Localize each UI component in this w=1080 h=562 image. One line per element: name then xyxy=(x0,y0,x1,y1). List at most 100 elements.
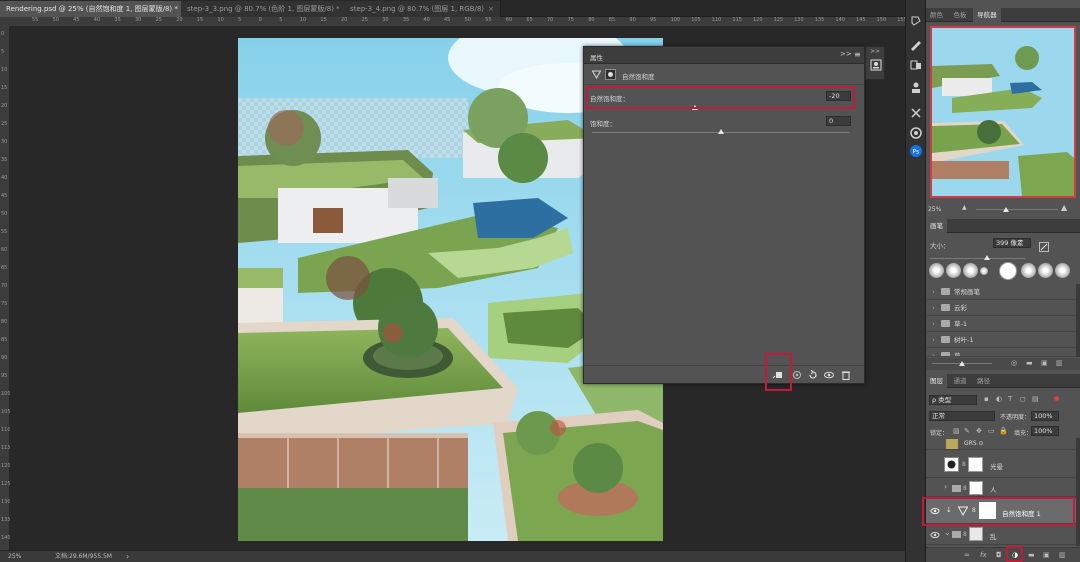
adobe-stock-icon[interactable]: Ps xyxy=(908,143,924,159)
brush-tip-preset[interactable] xyxy=(1038,263,1053,278)
brush-folder-row[interactable]: › 草-1 xyxy=(926,316,1076,332)
tool-presets-icon[interactable] xyxy=(908,105,924,121)
brush-preview-size-thumb[interactable] xyxy=(959,361,965,366)
brush-preview-icon[interactable]: ◎ xyxy=(1011,359,1017,367)
brush-tip-preset[interactable] xyxy=(1055,263,1070,278)
brush-folder-row[interactable]: › 树叶-1 xyxy=(926,332,1076,348)
saturation-value-field[interactable]: 0 xyxy=(826,116,851,126)
layer-row[interactable]: 8 光晕 xyxy=(926,452,1076,478)
brush-size-field[interactable]: 399 像素 xyxy=(993,238,1031,248)
layers-scrollbar[interactable] xyxy=(1076,438,1080,546)
tab-layers[interactable]: 图层 xyxy=(926,374,947,388)
status-menu-arrow-icon[interactable]: › xyxy=(126,551,129,562)
mask-icon[interactable] xyxy=(605,69,616,80)
folder-icon[interactable]: ▬ xyxy=(1026,359,1033,367)
mask-icon[interactable]: ◘ xyxy=(996,551,1002,559)
layer-mask-thumbnail[interactable] xyxy=(969,481,983,495)
brush-tip-preset[interactable] xyxy=(963,263,978,278)
brush-tip-preset[interactable] xyxy=(1021,263,1036,278)
trash-icon[interactable]: ▥ xyxy=(1056,359,1063,367)
tab-paths[interactable]: 路径 xyxy=(973,374,994,388)
new-layer-icon[interactable]: ▣ xyxy=(1043,551,1050,559)
layer-row[interactable]: GRS ⊙ xyxy=(926,438,1076,450)
saturation-slider-thumb[interactable] xyxy=(718,129,724,134)
smart-object-filter-icon[interactable]: ▤ xyxy=(1032,395,1039,403)
link-icon[interactable]: 8 xyxy=(963,531,967,538)
chevron-down-icon[interactable]: ⌄ xyxy=(944,528,951,537)
tab-brushes[interactable]: 画笔 xyxy=(926,219,947,233)
vertical-ruler[interactable]: 0 5 10 15 20 25 30 35 40 45 50 55 60 65 70 75 80 85 90 95 10… xyxy=(0,27,11,550)
fx-icon[interactable]: fx xyxy=(980,551,987,559)
link-icon[interactable]: 8 xyxy=(962,461,966,468)
folder-icon[interactable]: ▬ xyxy=(1028,551,1035,559)
properties-dock-icon[interactable] xyxy=(870,59,882,71)
close-icon[interactable]: × xyxy=(488,5,494,13)
lock-image-icon[interactable]: ✎ xyxy=(964,427,970,435)
libraries-icon[interactable] xyxy=(908,125,924,141)
tab-navigator[interactable]: 导航器 xyxy=(973,8,1001,22)
layer-mask-thumbnail[interactable] xyxy=(969,527,983,541)
horizontal-ruler[interactable]: 55 50 45 40 35 30 25 20 15 10 5 0 5 10 15 20 25 30 35 40 45 5… xyxy=(10,17,907,27)
lock-artboard-icon[interactable]: ▭ xyxy=(988,427,995,435)
layer-filter-select[interactable]: ρ 类型 xyxy=(929,395,977,405)
layer-mask-thumbnail[interactable] xyxy=(968,457,983,472)
expand-dock-icon[interactable]: >> xyxy=(870,48,880,55)
navigator-zoom-slider[interactable] xyxy=(976,209,1058,210)
brush-edit-icon[interactable] xyxy=(1039,242,1049,252)
lock-position-icon[interactable]: ✥ xyxy=(976,427,982,435)
brush-settings-icon[interactable] xyxy=(908,37,924,53)
link-icon[interactable]: 8 xyxy=(963,485,967,492)
visibility-toggle[interactable] xyxy=(930,483,940,493)
document-tab-step-3-4[interactable]: step-3_4.png @ 80.7% (图层 1, RGB/8) × xyxy=(344,1,501,17)
visibility-toggle[interactable] xyxy=(930,460,940,470)
brush-tip-preset[interactable] xyxy=(980,267,988,275)
navigator-zoom[interactable]: 25% xyxy=(928,206,941,213)
trash-icon[interactable]: ▥ xyxy=(1059,551,1066,559)
fill-field[interactable]: 100% xyxy=(1031,426,1059,436)
document-tab-step-3-3[interactable]: step-3_3.png @ 80.7% (色阶 1, 图层蒙版/8) *× xyxy=(181,1,357,17)
brush-folder-row[interactable]: › 草 xyxy=(926,348,1076,357)
type-filter-icon[interactable]: T xyxy=(1008,395,1012,403)
history-icon[interactable] xyxy=(908,13,924,29)
brush-tip-preset[interactable] xyxy=(946,263,961,278)
visibility-eye-icon[interactable] xyxy=(823,369,835,381)
adjustment-filter-icon[interactable]: ◐ xyxy=(996,395,1002,403)
chevron-right-icon[interactable]: › xyxy=(944,482,947,491)
zoom-level[interactable]: 25% xyxy=(8,551,21,562)
pixel-filter-icon[interactable]: ▪ xyxy=(984,395,989,403)
character-style-icon[interactable] xyxy=(908,80,924,96)
lock-transparent-icon[interactable]: ▨ xyxy=(953,427,960,435)
navigator-zoom-thumb[interactable] xyxy=(1003,207,1009,212)
brush-folder-row[interactable]: › 常规画笔 xyxy=(926,284,1076,300)
new-brush-icon[interactable]: ▣ xyxy=(1041,359,1048,367)
clone-source-icon[interactable] xyxy=(908,57,924,73)
tab-swatches[interactable]: 色板 xyxy=(950,8,971,22)
tab-channels[interactable]: 通道 xyxy=(950,374,971,388)
collapse-panel-icon[interactable]: >> xyxy=(840,50,852,58)
navigator-preview[interactable] xyxy=(930,26,1076,198)
layer-group-row[interactable]: ⌄ 8 乱 xyxy=(926,525,1076,545)
filter-toggle-icon[interactable] xyxy=(1054,396,1059,401)
brush-size-slider[interactable] xyxy=(930,258,1026,259)
visibility-eye-icon[interactable] xyxy=(930,530,940,540)
document-tab-rendering[interactable]: Rendering.psd @ 25% (自然饱和度 1, 图层蒙版/8) *× xyxy=(0,1,195,17)
tab-color[interactable]: 颜色 xyxy=(926,8,947,22)
opacity-field[interactable]: 100% xyxy=(1031,411,1059,421)
shape-filter-icon[interactable]: ◻ xyxy=(1020,395,1026,403)
brush-tip-preset[interactable] xyxy=(929,263,944,278)
brush-tip-selected[interactable] xyxy=(999,262,1017,280)
brush-folder-row[interactable]: › 云彩 xyxy=(926,300,1076,316)
layer-group-row[interactable]: › 8 人 xyxy=(926,479,1076,497)
link-icon[interactable]: ∞ xyxy=(964,551,970,559)
panel-menu-icon[interactable]: ≡ xyxy=(854,50,861,59)
reset-icon[interactable] xyxy=(807,369,819,381)
brushes-scrollbar[interactable] xyxy=(1076,284,1080,357)
lock-all-icon[interactable]: 🔒 xyxy=(999,427,1008,435)
ruler-tick-label: 40 xyxy=(93,17,101,23)
trash-icon[interactable] xyxy=(840,369,852,381)
view-previous-icon[interactable] xyxy=(791,369,803,381)
brush-size-thumb[interactable] xyxy=(984,255,990,260)
zoom-out-icon[interactable]: ▲ xyxy=(962,204,967,211)
blend-mode-select[interactable]: 正常 xyxy=(929,411,995,421)
zoom-in-icon[interactable]: ▲ xyxy=(1061,203,1067,212)
